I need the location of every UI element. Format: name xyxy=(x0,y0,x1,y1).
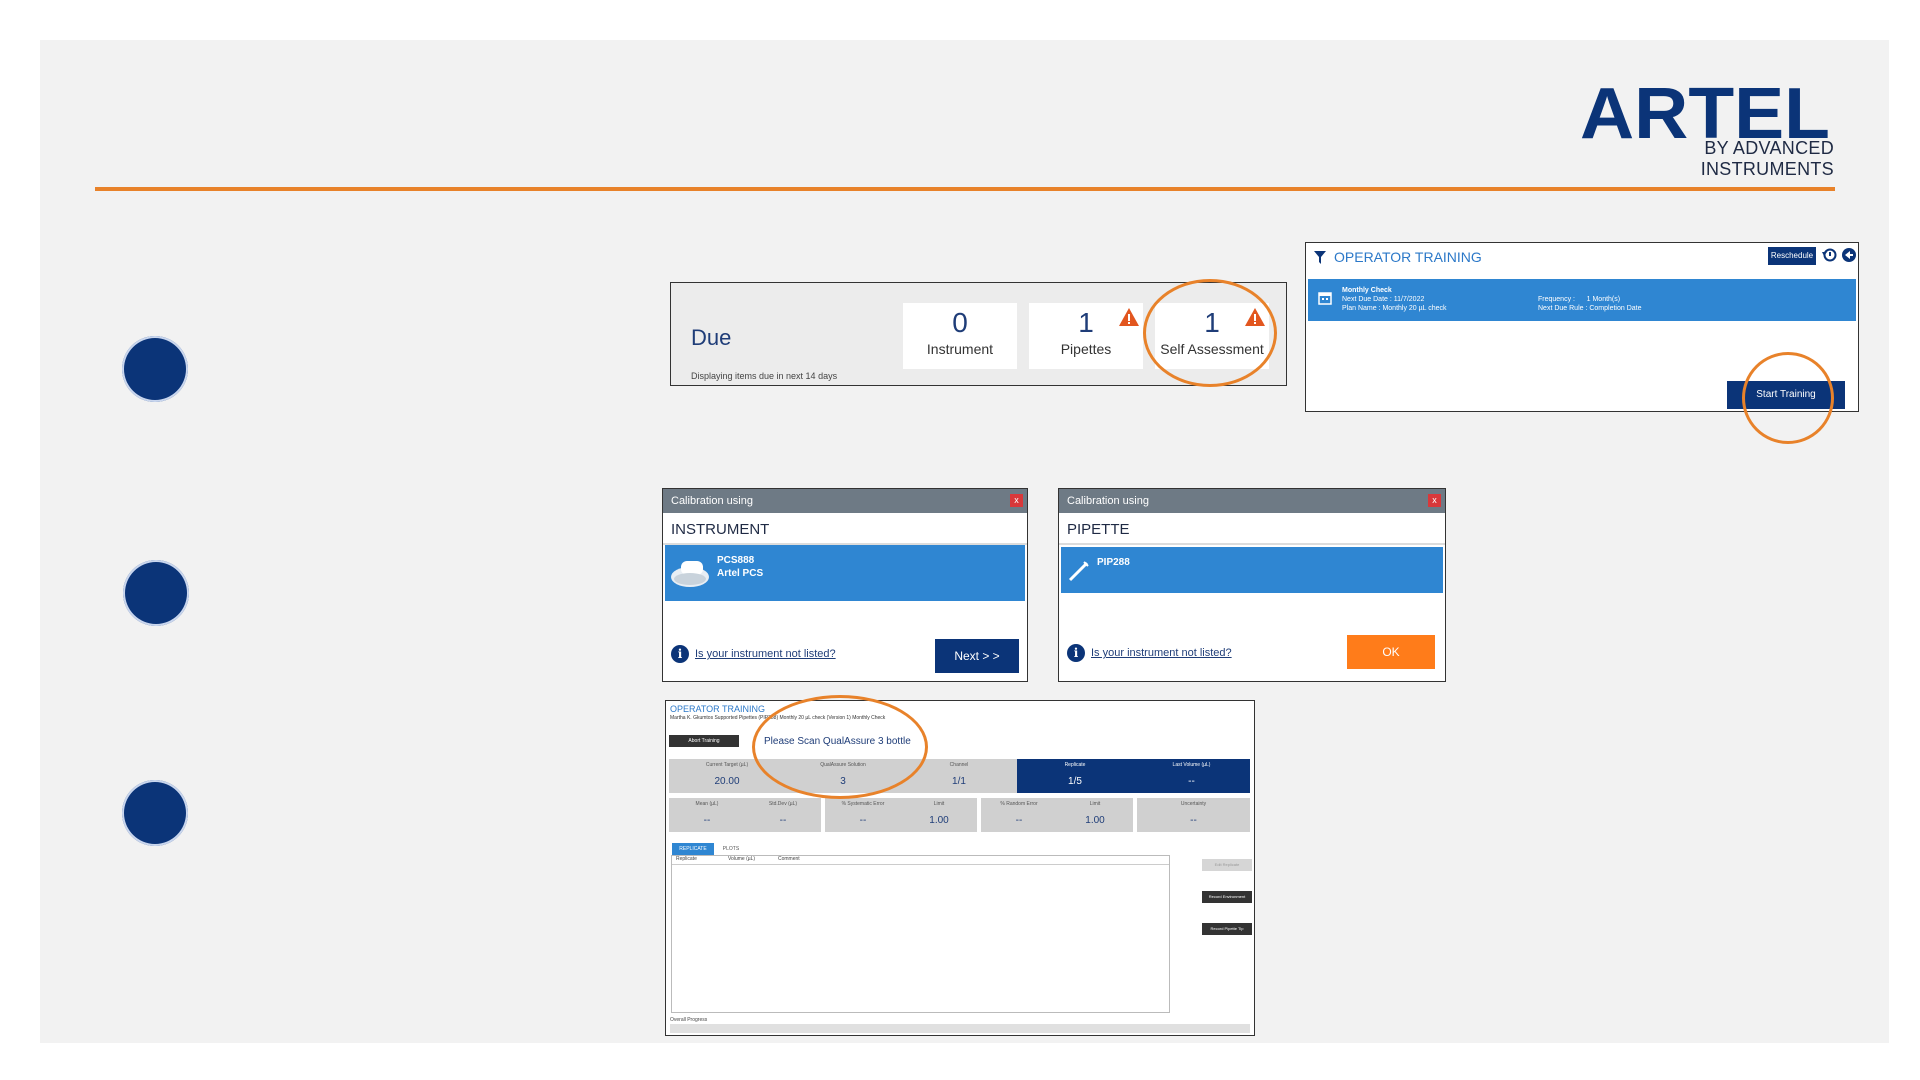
stat-header: % Random Error xyxy=(1000,801,1038,807)
stat-mean: Mean (µL) -- xyxy=(669,798,745,832)
highlight-ring-start-training xyxy=(1742,352,1834,444)
stat-header: Mean (µL) xyxy=(695,801,719,807)
step-bullet-2 xyxy=(123,560,189,626)
instrument-id: PCS888 xyxy=(717,555,755,566)
stat-systematic-error: % Systematic Error -- xyxy=(825,798,901,832)
abort-training-button[interactable]: Abort Training xyxy=(669,735,739,747)
stat-systematic-limit: Limit 1.00 xyxy=(901,798,977,832)
column-header: Volume (µL) xyxy=(728,856,756,862)
training-row[interactable]: Monthly Check Next Due Date : 11/7/2022 … xyxy=(1308,279,1856,321)
due-note: Displaying items due in next 14 days xyxy=(691,371,838,381)
stat-value: 1/1 xyxy=(952,776,966,787)
instrument-list-item[interactable]: PCS888 Artel PCS xyxy=(665,545,1025,601)
stat-last-volume: Last Volume (µL) -- xyxy=(1133,759,1250,793)
filter-icon[interactable] xyxy=(1314,250,1326,264)
tab-replicate[interactable]: REPLICATE xyxy=(672,843,714,855)
dialog-title-bar: Calibration using x xyxy=(663,489,1027,513)
stat-std-dev: Std.Dev (µL) -- xyxy=(745,798,821,832)
calendar-icon xyxy=(1318,292,1332,305)
instrument-dialog: Calibration using x INSTRUMENT PCS888 Ar… xyxy=(662,488,1028,682)
stat-header: Limit xyxy=(933,801,945,807)
stat-value: -- xyxy=(859,815,867,826)
stat-header: Uncertainty xyxy=(1180,801,1207,807)
table-header-row: Replicate Volume (µL) Comment xyxy=(672,856,1169,865)
stat-value: -- xyxy=(779,815,787,826)
instrument-name: Artel PCS xyxy=(717,568,764,579)
ot-title: OPERATOR TRAINING xyxy=(1334,249,1482,265)
info-icon: i xyxy=(671,645,689,663)
pipette-list-item[interactable]: PIP288 xyxy=(1061,547,1443,593)
step-bullet-3 xyxy=(122,780,188,846)
reschedule-button[interactable]: Reschedule xyxy=(1768,247,1816,265)
dialog-title-bar: Calibration using x xyxy=(1059,489,1445,513)
not-listed-text: Is your instrument not listed? xyxy=(1091,647,1232,659)
column-header: Replicate xyxy=(676,856,697,862)
stat-random-limit: Limit 1.00 xyxy=(1057,798,1133,832)
plan-name: Plan Name : Monthly 20 µL check xyxy=(1342,305,1447,312)
next-button[interactable]: Next > > xyxy=(935,639,1019,673)
instrument-device-icon xyxy=(671,561,709,587)
overall-progress-label: Overall Progress xyxy=(670,1017,708,1023)
due-card-instrument[interactable]: 0 Instrument xyxy=(903,303,1017,369)
highlight-ring-self-assessment xyxy=(1143,279,1277,387)
stat-random-error: % Random Error -- xyxy=(981,798,1057,832)
stat-header: Replicate xyxy=(1064,762,1086,768)
stat-header: % Systematic Error xyxy=(841,801,885,807)
artel-logo: ARTEL xyxy=(1580,76,1830,146)
dialog-title: Calibration using xyxy=(1067,495,1149,507)
stat-header: Limit xyxy=(1089,801,1101,807)
record-environment-button[interactable]: Record Environment xyxy=(1202,891,1252,903)
stat-value: 1.00 xyxy=(1085,815,1105,826)
tab-plots[interactable]: PLOTS xyxy=(716,843,746,855)
stat-value: -- xyxy=(703,815,711,826)
not-listed-text: Is your instrument not listed? xyxy=(695,648,836,660)
column-header: Comment xyxy=(778,856,800,862)
history-icon[interactable] xyxy=(1822,247,1838,263)
due-rule: Next Due Rule : Completion Date xyxy=(1538,305,1642,312)
stat-value: -- xyxy=(1190,815,1197,826)
replicate-table: Replicate Volume (µL) Comment xyxy=(671,855,1170,1013)
info-icon: i xyxy=(1067,644,1085,662)
orange-divider xyxy=(95,187,1835,191)
dialog-heading: PIPETTE xyxy=(1059,513,1445,545)
frequency: Frequency : 1 Month(s) xyxy=(1538,296,1621,303)
due-label: Instrument xyxy=(926,341,994,357)
close-icon[interactable]: x xyxy=(1428,494,1441,507)
stat-header: Std.Dev (µL) xyxy=(768,801,798,807)
svg-text:ARTEL: ARTEL xyxy=(1580,76,1830,146)
training-screen-title: OPERATOR TRAINING xyxy=(670,704,766,714)
dialog-title: Calibration using xyxy=(671,495,753,507)
training-name: Monthly Check xyxy=(1342,287,1392,294)
stat-header: Last Volume (µL) xyxy=(1172,762,1211,768)
record-pipette-tip-button[interactable]: Record Pipette Tip xyxy=(1202,923,1252,935)
overall-progress-bar xyxy=(670,1024,1250,1033)
due-label: Pipettes xyxy=(1060,341,1112,357)
stat-value: 1/5 xyxy=(1068,776,1082,787)
pipette-icon xyxy=(1068,561,1089,582)
edit-replicate-button[interactable]: Edit Replicate xyxy=(1202,859,1252,871)
close-icon[interactable]: x xyxy=(1010,494,1023,507)
ot-header: OPERATOR TRAINING xyxy=(1314,249,1482,265)
due-title: Due xyxy=(691,325,732,350)
next-due-date: Next Due Date : 11/7/2022 xyxy=(1342,296,1425,303)
highlight-ring-scan-prompt xyxy=(752,695,928,799)
due-count: 0 xyxy=(952,307,968,338)
stat-value: -- xyxy=(1188,776,1195,787)
not-listed-link[interactable]: i Is your instrument not listed? xyxy=(671,645,836,663)
stat-replicate: Replicate 1/5 xyxy=(1017,759,1133,793)
logo-subtitle: BY ADVANCED INSTRUMENTS xyxy=(1700,138,1834,179)
back-arrow-icon[interactable] xyxy=(1841,247,1857,263)
stat-value: 1.00 xyxy=(929,815,949,826)
stat-value: 20.00 xyxy=(714,776,740,787)
pipette-dialog: Calibration using x PIPETTE PIP288 i Is … xyxy=(1058,488,1446,682)
not-listed-link[interactable]: i Is your instrument not listed? xyxy=(1067,644,1232,662)
ok-button[interactable]: OK xyxy=(1347,635,1435,669)
step-bullet-1 xyxy=(122,336,188,402)
warning-icon xyxy=(1119,308,1139,326)
dialog-heading: INSTRUMENT xyxy=(663,513,1027,545)
pipette-id: PIP288 xyxy=(1097,557,1130,568)
stat-uncertainty: Uncertainty -- xyxy=(1137,798,1250,832)
stat-value: -- xyxy=(1015,815,1023,826)
